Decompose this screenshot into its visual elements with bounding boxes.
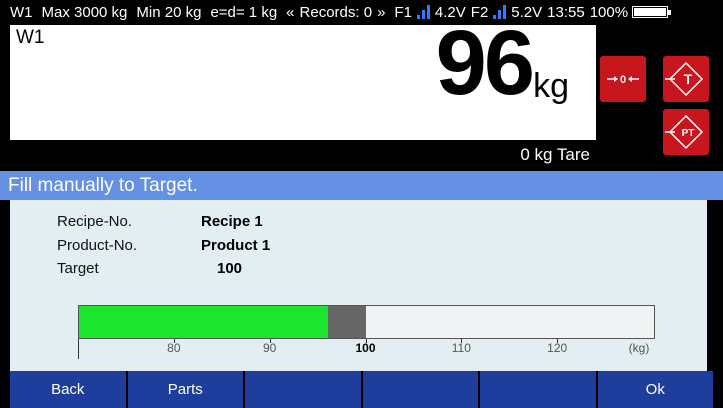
- status-f1-label: F1: [394, 3, 412, 21]
- fill-axis: 80 90 100 110 120 (kg): [78, 339, 655, 359]
- battery-icon: [632, 6, 672, 18]
- preset-tare-button[interactable]: PT: [663, 109, 709, 155]
- status-division: e=d= 1 kg: [210, 3, 278, 21]
- records-prev-button[interactable]: «: [286, 4, 294, 21]
- product-label: Product-No.: [57, 237, 138, 254]
- target-label: Target: [57, 260, 99, 277]
- instruction-banner: Fill manually to Target.: [0, 171, 723, 200]
- axis-tick-label: 80: [167, 341, 181, 355]
- status-scale: W1: [10, 3, 33, 21]
- tare-icon: T: [665, 61, 704, 97]
- records-next-button[interactable]: »: [377, 4, 385, 21]
- status-bar: W1 Max 3000 kg Min 20 kg e=d= 1 kg « Rec…: [0, 0, 723, 24]
- axis-tick-label: 120: [547, 341, 568, 355]
- axis-unit-label: (kg): [628, 341, 650, 355]
- fill-progress-bar: [78, 305, 655, 339]
- tare-bar: 0 kg Tare: [10, 140, 596, 168]
- fill-progress: [79, 306, 329, 338]
- softkey-4[interactable]: [362, 371, 478, 408]
- target-value: 100: [217, 260, 243, 277]
- tare-button[interactable]: T: [663, 56, 709, 102]
- recipe-value: Recipe 1: [201, 213, 263, 230]
- softkey-3[interactable]: [245, 371, 361, 408]
- axis-tick-label: 90: [262, 341, 277, 355]
- axis-tick-label: 110: [451, 341, 471, 355]
- zero-button[interactable]: 0: [600, 56, 646, 102]
- weight-unit: kg: [533, 67, 569, 105]
- weight-display: W1 96 kg: [10, 12, 596, 140]
- preset-tare-icon: PT: [665, 114, 704, 150]
- back-button[interactable]: Back: [10, 371, 126, 408]
- ok-button[interactable]: Ok: [597, 371, 713, 408]
- tare-value: 0 kg Tare: [520, 145, 590, 164]
- softkey-bar: Back Parts Ok: [10, 371, 713, 408]
- signal-icon: [416, 5, 431, 19]
- zero-label: 0: [620, 74, 626, 86]
- status-battery: 100%: [589, 3, 629, 21]
- parts-button[interactable]: Parts: [127, 371, 243, 408]
- weight-value: 96: [435, 12, 535, 114]
- zero-icon: 0: [607, 74, 639, 86]
- product-value: Product 1: [201, 237, 271, 254]
- fill-panel: Recipe-No. Recipe 1 Product-No. Product …: [10, 200, 707, 371]
- status-min: Min 20 kg: [136, 3, 202, 21]
- scale-id: W1: [16, 27, 45, 48]
- axis-tick-label: 100: [355, 341, 376, 355]
- preset-tare-label: PT: [682, 128, 695, 139]
- status-time: 13:55: [547, 3, 585, 21]
- recipe-label: Recipe-No.: [57, 213, 133, 230]
- softkey-5[interactable]: [480, 371, 596, 408]
- tare-label: T: [684, 71, 693, 87]
- status-max: Max 3000 kg: [41, 3, 128, 21]
- status-records: Records: 0: [299, 3, 373, 21]
- target-band: [328, 306, 367, 338]
